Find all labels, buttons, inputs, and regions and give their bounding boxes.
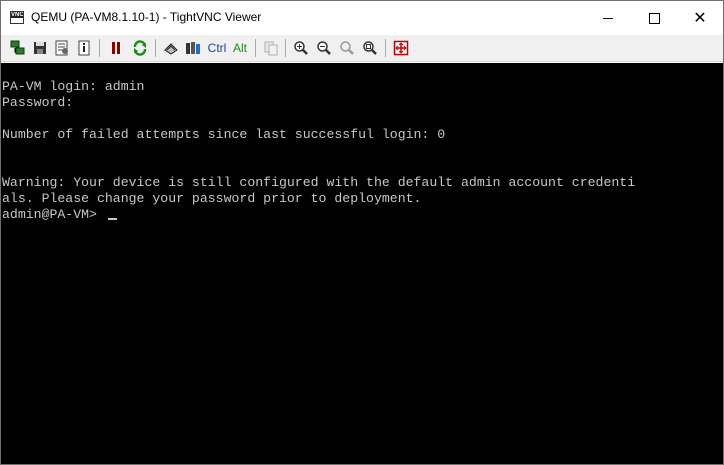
copy-clipboard-button[interactable] — [262, 39, 279, 56]
ctrl-alt-del-button[interactable] — [162, 39, 179, 56]
minimize-icon — [603, 17, 613, 19]
terminal-line: Password: — [2, 95, 74, 110]
minimize-button[interactable] — [585, 1, 631, 35]
terminal-line: PA-VM login: admin — [2, 79, 145, 94]
terminal-line: Warning: Your device is still configured… — [2, 175, 636, 190]
toolbar-separator — [385, 39, 386, 57]
refresh-button[interactable] — [131, 39, 148, 56]
window-title: QEMU (PA-VM8.1.10-1) - TightVNC Viewer — [31, 10, 262, 24]
toolbar-separator — [155, 39, 156, 57]
save-icon — [33, 41, 46, 54]
new-connection-button[interactable] — [9, 39, 26, 56]
refresh-icon — [133, 39, 146, 56]
options-icon — [55, 40, 68, 55]
remote-desktop-screen[interactable]: PA-VM login: admin Password: Number of f… — [1, 63, 723, 464]
terminal-prompt: admin@PA-VM> — [2, 207, 105, 222]
zoom-100-button[interactable] — [338, 39, 355, 56]
zoom-fit-button[interactable] — [361, 39, 378, 56]
ctrl-alt-del-icon — [163, 42, 178, 55]
connection-info-button[interactable] — [75, 39, 92, 56]
save-button[interactable] — [31, 39, 48, 56]
maximize-button[interactable] — [631, 1, 677, 35]
zoom-in-icon — [293, 40, 308, 55]
terminal-cursor — [107, 218, 117, 220]
toolbar: Ctrl Alt — [1, 35, 723, 62]
fullscreen-icon — [393, 40, 408, 55]
title-bar[interactable]: VNC QEMU (PA-VM8.1.10-1) - TightVNC View… — [1, 1, 723, 35]
terminal-output: PA-VM login: admin Password: Number of f… — [2, 79, 635, 223]
alt-key-button[interactable]: Alt — [231, 39, 249, 56]
pause-button[interactable] — [107, 39, 124, 56]
zoom-fit-icon — [362, 40, 377, 55]
terminal-line: Number of failed attempts since last suc… — [2, 127, 446, 142]
toolbar-separator — [285, 39, 286, 57]
vnc-window: VNC QEMU (PA-VM8.1.10-1) - TightVNC View… — [0, 0, 724, 465]
toolbar-separator — [99, 39, 100, 57]
vnc-app-icon[interactable]: VNC — [10, 11, 24, 24]
zoom-100-icon — [339, 40, 354, 55]
zoom-in-button[interactable] — [292, 39, 309, 56]
ctrl-esc-button[interactable] — [184, 39, 201, 56]
pause-icon — [111, 41, 120, 54]
fullscreen-button[interactable] — [392, 39, 409, 56]
copy-clipboard-icon — [264, 41, 277, 55]
terminal-line: als. Please change your password prior t… — [2, 191, 422, 206]
close-icon: ✕ — [693, 8, 707, 27]
options-button[interactable] — [53, 39, 70, 56]
toolbar-separator — [255, 39, 256, 57]
close-button[interactable]: ✕ — [677, 1, 723, 35]
ctrl-esc-icon — [185, 41, 200, 54]
ctrl-key-button[interactable]: Ctrl — [206, 39, 228, 56]
maximize-icon — [648, 12, 660, 24]
zoom-out-button[interactable] — [315, 39, 332, 56]
connection-info-icon — [78, 40, 89, 55]
zoom-out-icon — [316, 40, 331, 55]
new-connection-icon — [10, 40, 24, 54]
